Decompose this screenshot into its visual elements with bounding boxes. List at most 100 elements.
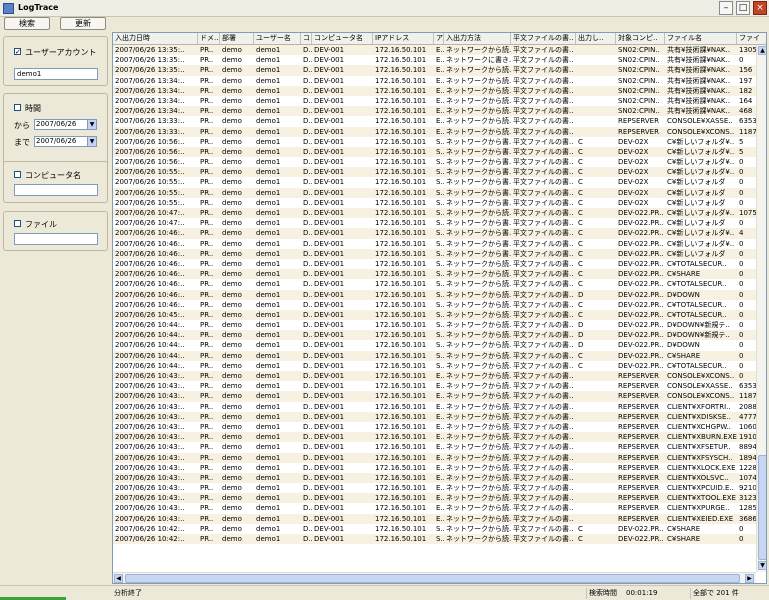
column-header[interactable]: 平文ファイルの書..: [511, 33, 576, 44]
to-date-select[interactable]: 2007/06/26 ▼: [34, 136, 97, 147]
vertical-scrollbar[interactable]: ▲ ▼: [756, 45, 766, 572]
time-checkbox[interactable]: [14, 104, 21, 111]
table-row[interactable]: 2007/06/26 10:44:.. PR.. demo demo1 D.. DEV-0…: [113, 340, 756, 350]
table-row[interactable]: 2007/06/26 10:43:.. PR.. demo demo1 D.. DEV-0…: [113, 371, 756, 382]
table-row[interactable]: 2007/06/26 13:34:.. PR.. demo demo1 D.. DEV-0…: [113, 106, 756, 117]
table-row[interactable]: 2007/06/26 10:43:.. PR.. demo demo1 D.. DEV-0…: [113, 472, 756, 484]
chevron-down-icon[interactable]: ▼: [87, 120, 96, 129]
table-row[interactable]: 2007/06/26 10:42:.. PR.. demo demo1 D.. DEV-0…: [113, 524, 756, 534]
column-header[interactable]: ファイ: [737, 33, 766, 44]
table-row[interactable]: 2007/06/26 10:56:.. PR.. demo demo1 D.. DEV-0…: [113, 146, 756, 158]
scroll-right-icon[interactable]: ▶: [745, 574, 754, 583]
table-row[interactable]: 2007/06/26 10:44:.. PR.. demo demo1 D.. DEV-0…: [113, 330, 756, 341]
table-cell: demo1: [256, 341, 281, 350]
table-cell: C¥SHARE: [667, 351, 701, 360]
scroll-up-icon[interactable]: ▲: [758, 46, 766, 55]
table-row[interactable]: 2007/06/26 10:43:.. PR.. demo demo1 D.. DEV-0…: [113, 452, 756, 463]
user-account-field[interactable]: demo1: [14, 68, 98, 80]
refresh-button[interactable]: 更新: [60, 17, 106, 30]
table-row[interactable]: 2007/06/26 13:33:.. PR.. demo demo1 D.. DEV-0…: [113, 126, 756, 137]
table-row[interactable]: 2007/06/26 10:55:.. PR.. demo demo1 D.. DEV-0…: [113, 177, 756, 187]
table-cell: 共有¥技術課¥NAK..: [667, 76, 730, 85]
search-time-value: 00:01:19: [626, 589, 658, 597]
table-row[interactable]: 2007/06/26 10:46:.. PR.. demo demo1 D.. DEV-0…: [113, 300, 756, 310]
table-row[interactable]: 2007/06/26 10:47:.. PR.. demo demo1 D.. DEV-0…: [113, 218, 756, 228]
from-date-select[interactable]: 2007/06/26 ▼: [34, 119, 97, 130]
table-row[interactable]: 2007/06/26 10:56:.. PR.. demo demo1 D.. DEV-0…: [113, 157, 756, 167]
computer-name-field[interactable]: [14, 184, 98, 196]
column-header[interactable]: 出力し..: [576, 33, 616, 44]
table-row[interactable]: 2007/06/26 10:43:.. PR.. demo demo1 D.. DEV-0…: [113, 503, 756, 513]
column-header[interactable]: 対象コンピ..: [616, 33, 665, 44]
table-cell: DEV-001: [314, 321, 345, 330]
table-row[interactable]: 2007/06/26 10:47:.. PR.. demo demo1 D.. DEV-0…: [113, 208, 756, 219]
column-header[interactable]: コンピュータ名: [312, 33, 373, 44]
table-row[interactable]: 2007/06/26 13:34:.. PR.. demo demo1 D.. DEV-0…: [113, 76, 756, 86]
table-row[interactable]: 2007/06/26 10:46:.. PR.. demo demo1 D.. DEV-0…: [113, 289, 756, 300]
table-row[interactable]: 2007/06/26 10:46:.. PR.. demo demo1 D.. DEV-0…: [113, 279, 756, 289]
table-row[interactable]: 2007/06/26 10:43:.. PR.. demo demo1 D.. DEV-0…: [113, 483, 756, 493]
table-cell: demo: [222, 392, 242, 401]
table-row[interactable]: 2007/06/26 10:44:.. PR.. demo demo1 D.. DEV-0…: [113, 361, 756, 371]
column-header[interactable]: コ: [301, 33, 312, 44]
table-row[interactable]: 2007/06/26 10:55:.. PR.. demo demo1 D.. DEV-0…: [113, 167, 756, 178]
table-row[interactable]: 2007/06/26 10:43:.. PR.. demo demo1 D.. DEV-0…: [113, 513, 756, 524]
table-row[interactable]: 2007/06/26 10:43:.. PR.. demo demo1 D.. DEV-0…: [113, 493, 756, 504]
table-row[interactable]: 2007/06/26 10:43:.. PR.. demo demo1 D.. DEV-0…: [113, 442, 756, 452]
table-row[interactable]: 2007/06/26 13:33:.. PR.. demo demo1 D.. DEV-0…: [113, 116, 756, 126]
table-row[interactable]: 2007/06/26 13:35:.. PR.. demo demo1 D.. DEV-0…: [113, 65, 756, 76]
table-row[interactable]: 2007/06/26 13:34:.. PR.. demo demo1 D.. DEV-0…: [113, 85, 756, 96]
column-header[interactable]: ア: [434, 33, 444, 44]
table-cell: CONSOLE¥XASSE..: [667, 117, 733, 126]
column-header[interactable]: IPアドレス: [373, 33, 434, 44]
close-button[interactable]: ×: [753, 1, 767, 15]
column-header[interactable]: 入出力日時: [113, 33, 198, 44]
column-header[interactable]: 部署: [220, 33, 254, 44]
table-row[interactable]: 2007/06/26 10:46:.. PR.. demo demo1 D.. DEV-0…: [113, 259, 756, 269]
horizontal-scrollbar[interactable]: ◀ ▶: [113, 572, 756, 583]
horizontal-scroll-thumb[interactable]: [125, 574, 740, 583]
table-row[interactable]: 2007/06/26 10:46:.. PR.. demo demo1 D.. DEV-0…: [113, 269, 756, 280]
table-row[interactable]: 2007/06/26 10:43:.. PR.. demo demo1 D.. DEV-0…: [113, 432, 756, 443]
table-row[interactable]: 2007/06/26 10:46:.. PR.. demo demo1 D.. DEV-0…: [113, 248, 756, 259]
table-row[interactable]: 2007/06/26 10:46:.. PR.. demo demo1 D.. DEV-0…: [113, 239, 756, 249]
table-row[interactable]: 2007/06/26 10:46:.. PR.. demo demo1 D.. DEV-0…: [113, 228, 756, 239]
table-row[interactable]: 2007/06/26 10:56:.. PR.. demo demo1 D.. DEV-0…: [113, 137, 756, 147]
table-row[interactable]: 2007/06/26 10:45:.. PR.. demo demo1 D.. DEV-0…: [113, 309, 756, 321]
search-button[interactable]: 検索: [4, 17, 50, 30]
table-row[interactable]: 2007/06/26 13:35:.. PR.. demo demo1 D.. DEV-0…: [113, 55, 756, 65]
table-row[interactable]: 2007/06/26 10:55:.. PR.. demo demo1 D.. DEV-0…: [113, 187, 756, 198]
minimize-button[interactable]: –: [719, 1, 733, 15]
table-row[interactable]: 2007/06/26 10:42:.. PR.. demo demo1 D.. DEV-0…: [113, 534, 756, 545]
file-field[interactable]: [14, 233, 98, 245]
column-header[interactable]: 入出力方法: [444, 33, 511, 44]
column-header[interactable]: ユーザー名: [254, 33, 301, 44]
computer-name-checkbox[interactable]: [14, 171, 21, 178]
table-row[interactable]: 2007/06/26 10:43:.. PR.. demo demo1 D.. DEV-0…: [113, 422, 756, 432]
table-cell: 平文ファイルの書..: [513, 535, 574, 543]
column-header[interactable]: ドメ..: [198, 33, 220, 44]
table-cell: S..: [436, 158, 444, 167]
table-row[interactable]: 2007/06/26 13:34:.. PR.. demo demo1 D.. DEV-0…: [113, 96, 756, 106]
table-row[interactable]: 2007/06/26 13:35:.. PR.. demo demo1 D.. DEV-0…: [113, 45, 756, 56]
column-header[interactable]: ファイル名: [665, 33, 737, 44]
table-row[interactable]: 2007/06/26 10:43:.. PR.. demo demo1 D.. DEV-0…: [113, 381, 756, 391]
table-row[interactable]: 2007/06/26 10:43:.. PR.. demo demo1 D.. DEV-0…: [113, 411, 756, 422]
scroll-left-icon[interactable]: ◀: [114, 574, 123, 583]
file-checkbox[interactable]: [14, 220, 21, 227]
table-row[interactable]: 2007/06/26 10:43:.. PR.. demo demo1 D.. DEV-0…: [113, 391, 756, 402]
chevron-down-icon[interactable]: ▼: [87, 137, 96, 146]
table-row[interactable]: 2007/06/26 10:43:.. PR.. demo demo1 D.. DEV-0…: [113, 402, 756, 412]
table-row[interactable]: 2007/06/26 10:55:.. PR.. demo demo1 D.. DEV-0…: [113, 198, 756, 208]
user-account-checkbox[interactable]: ✓: [14, 48, 21, 56]
table-row[interactable]: 2007/06/26 10:44:.. PR.. demo demo1 D.. DEV-0…: [113, 320, 756, 330]
table-row[interactable]: 2007/06/26 10:43:.. PR.. demo demo1 D.. DEV-0…: [113, 463, 756, 473]
table-cell: 2007/06/26 10:43:..: [115, 504, 185, 513]
scroll-down-icon[interactable]: ▼: [758, 561, 766, 570]
table-cell: [576, 116, 616, 126]
table-row[interactable]: 2007/06/26 10:44:.. PR.. demo demo1 D.. DEV-0…: [113, 350, 756, 361]
table-cell: demo: [222, 209, 242, 217]
vertical-scroll-thumb[interactable]: [758, 455, 766, 560]
table-cell: PR..: [200, 422, 214, 431]
maximize-button[interactable]: □: [736, 1, 750, 15]
